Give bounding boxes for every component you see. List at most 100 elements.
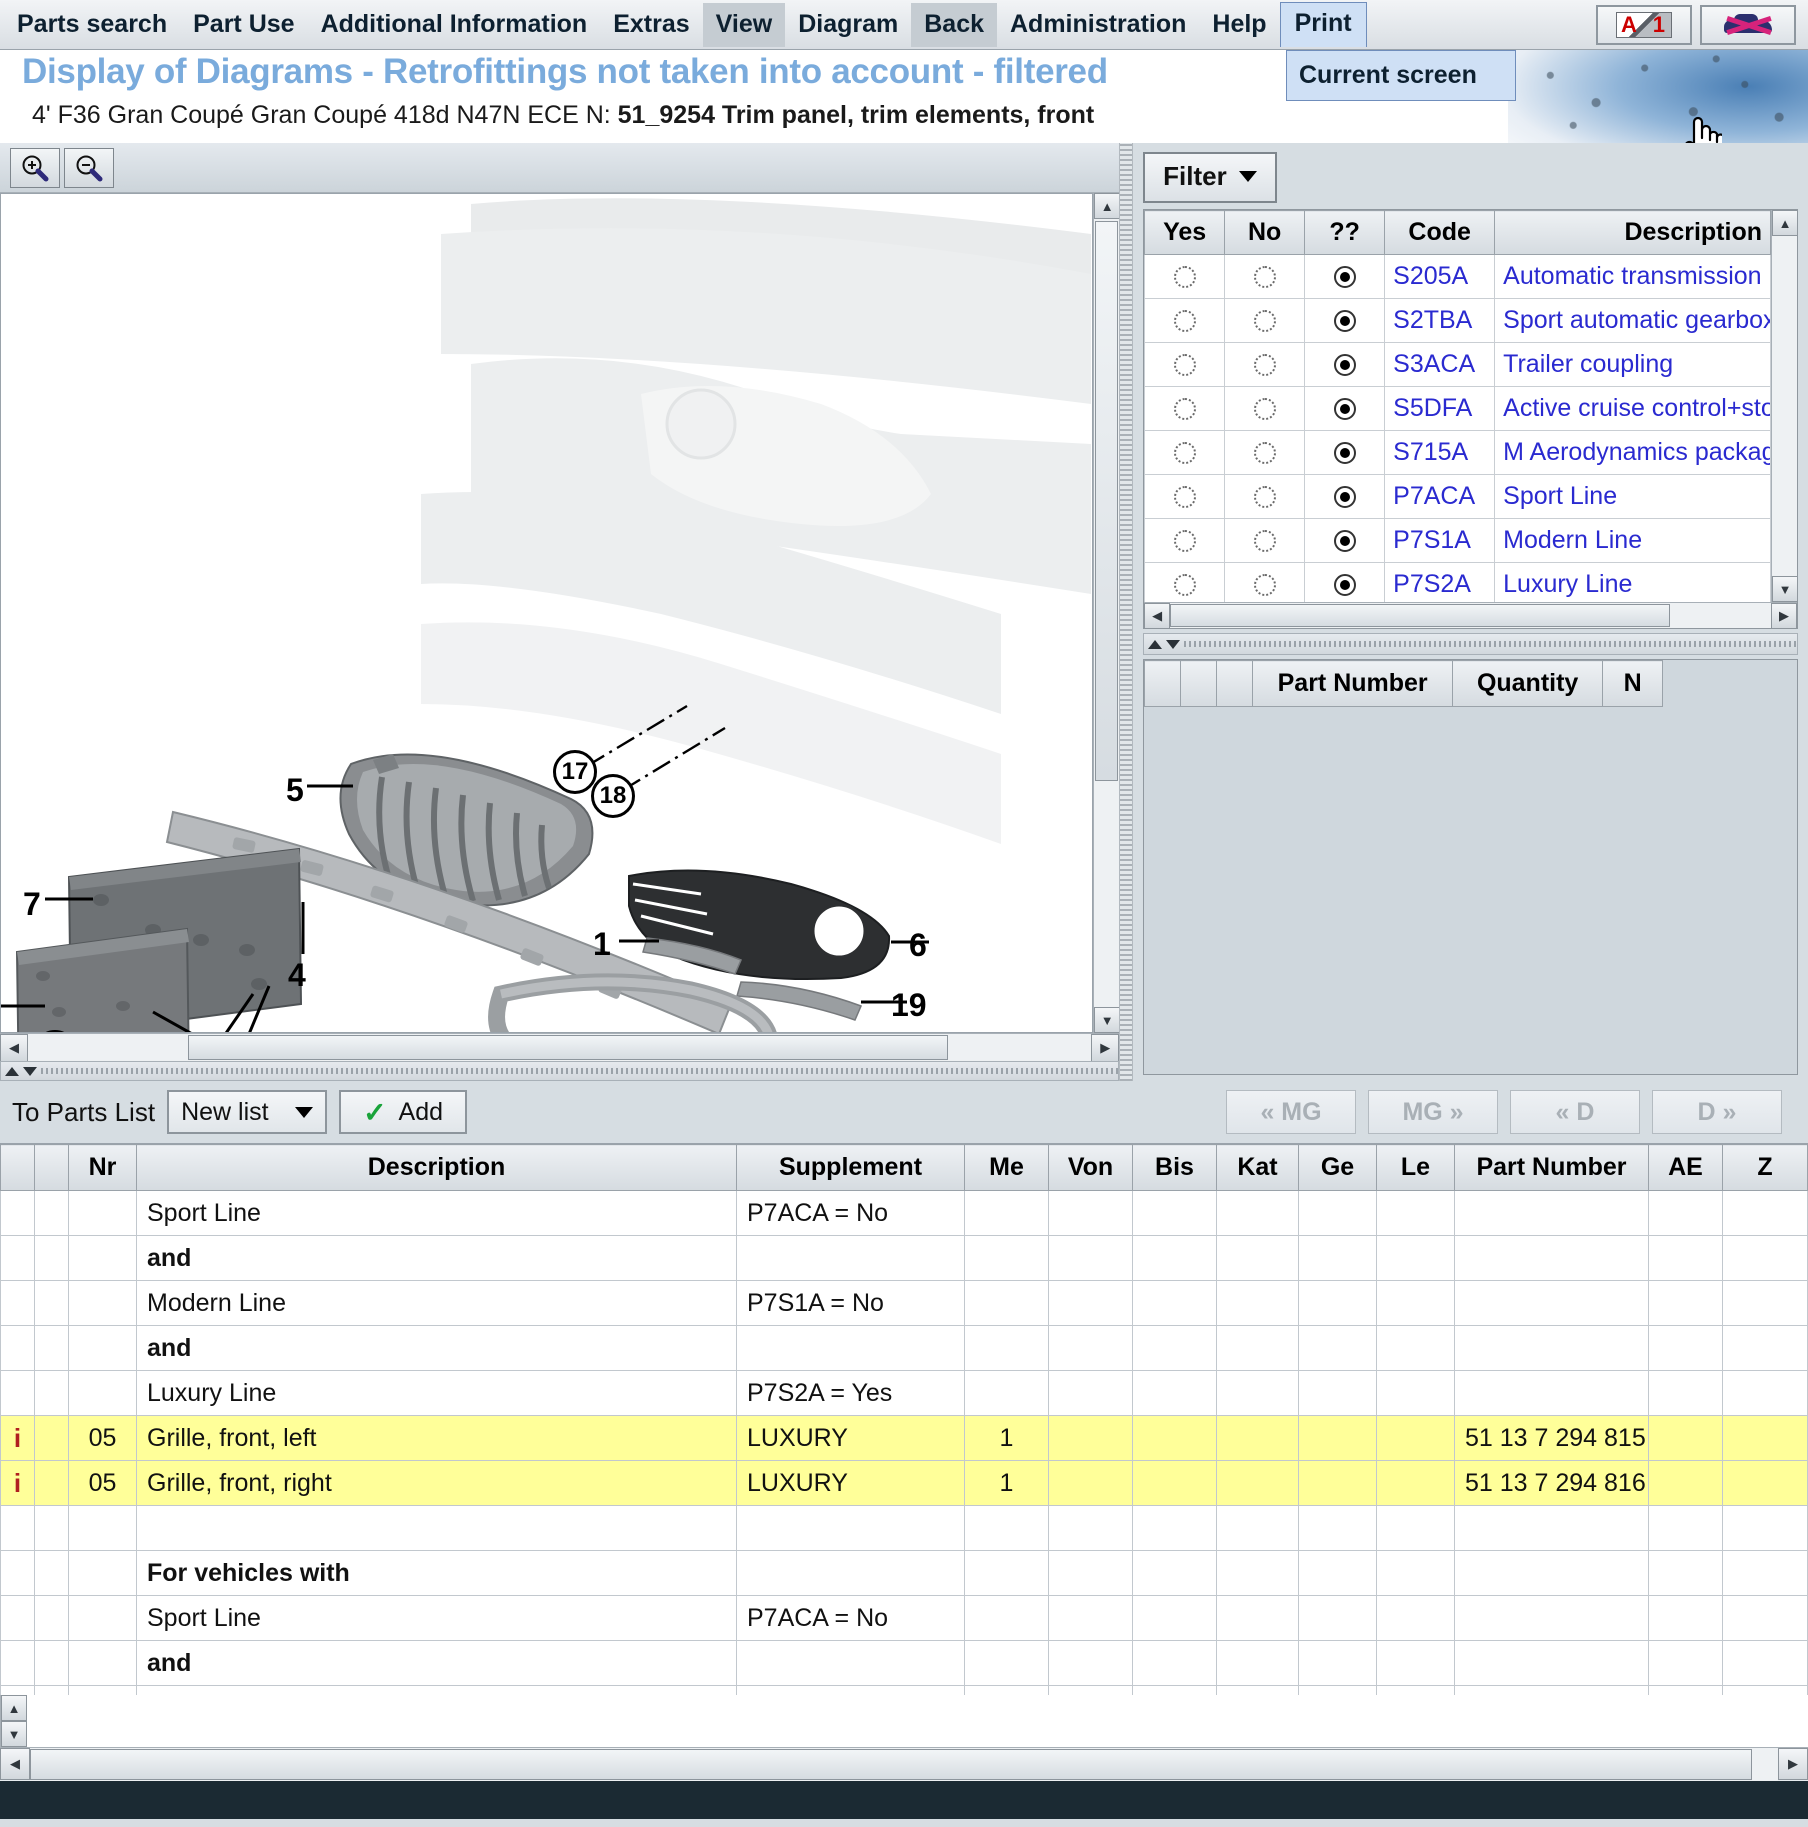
parts-col-part-number[interactable]: Part Number — [1455, 1145, 1649, 1191]
parts-hscroll-thumb[interactable] — [30, 1749, 1752, 1780]
option-code-no-radio[interactable] — [1254, 398, 1276, 420]
table-row[interactable]: For vehicles with — [1, 1551, 1808, 1596]
info-icon[interactable]: i — [14, 1423, 21, 1453]
option-code-yes[interactable] — [1145, 519, 1225, 563]
option-code-yes-radio[interactable] — [1174, 574, 1196, 596]
option-code-no-radio[interactable] — [1254, 354, 1276, 376]
codes-vertical-scrollbar[interactable]: ▲ ▼ — [1771, 210, 1797, 602]
diagram-panel-splitter[interactable] — [0, 1061, 1119, 1081]
parts-vertical-scrollbar[interactable]: ▲ ▼ — [0, 1695, 26, 1747]
option-code-yes[interactable] — [1145, 255, 1225, 299]
print-dropdown-menu[interactable]: Current screen — [1286, 50, 1516, 101]
option-code-unknown-radio[interactable] — [1334, 530, 1356, 552]
option-code-no-radio[interactable] — [1254, 574, 1276, 596]
part-row-mark[interactable] — [35, 1461, 69, 1506]
parts-col-description[interactable]: Description — [137, 1145, 737, 1191]
option-code-no[interactable] — [1225, 299, 1305, 343]
option-code-no-radio[interactable] — [1254, 530, 1276, 552]
option-code-no-radio[interactable] — [1254, 266, 1276, 288]
pn-col-n[interactable]: N — [1603, 661, 1663, 707]
parts-horizontal-scrollbar[interactable]: ◀ ▶ — [0, 1747, 1808, 1781]
option-code-yes-radio[interactable] — [1174, 354, 1196, 376]
codes-scroll-down-button[interactable]: ▼ — [1772, 576, 1797, 602]
option-code-yes[interactable] — [1145, 387, 1225, 431]
prev-main-group-button[interactable]: « MG — [1226, 1090, 1356, 1134]
pn-col-quantity[interactable]: Quantity — [1453, 661, 1603, 707]
part-row-mark[interactable] — [35, 1641, 69, 1686]
part-row-mark[interactable] — [35, 1371, 69, 1416]
option-code-yes[interactable] — [1145, 431, 1225, 475]
zoom-in-button[interactable] — [10, 148, 60, 188]
parts-col-ge[interactable]: Ge — [1299, 1145, 1377, 1191]
option-code-yes-radio[interactable] — [1174, 486, 1196, 508]
option-code-unknown-radio[interactable] — [1334, 486, 1356, 508]
diagram-hscroll-track[interactable] — [28, 1034, 1091, 1061]
table-row[interactable]: i05Grille, front, leftLUXURY151 13 7 294… — [1, 1416, 1808, 1461]
option-code-yes[interactable] — [1145, 343, 1225, 387]
parts-col-info[interactable] — [1, 1145, 35, 1191]
option-code-yes-radio[interactable] — [1174, 530, 1196, 552]
option-code-row[interactable]: S2TBASport automatic gearbox — [1145, 299, 1771, 343]
parts-scroll-up-button[interactable]: ▲ — [1, 1695, 27, 1721]
col-header-unknown[interactable]: ?? — [1305, 211, 1385, 255]
right-splitter-grip[interactable] — [1184, 641, 1797, 647]
parts-col-supplement[interactable]: Supplement — [737, 1145, 965, 1191]
print-menu-item-current-screen[interactable]: Current screen — [1299, 61, 1503, 90]
splitter-grip[interactable] — [41, 1068, 1118, 1074]
parts-col-z[interactable]: Z — [1723, 1145, 1808, 1191]
col-header-yes[interactable]: Yes — [1145, 211, 1225, 255]
part-row-mark[interactable] — [35, 1686, 69, 1696]
menu-item-help[interactable]: Help — [1199, 3, 1279, 47]
table-row[interactable]: and — [1, 1236, 1808, 1281]
diagram-horizontal-scrollbar[interactable]: ◀ ▶ — [0, 1033, 1119, 1061]
option-code-unknown[interactable] — [1305, 431, 1385, 475]
info-icon[interactable]: i — [14, 1468, 21, 1498]
codes-horizontal-scrollbar[interactable]: ◀ ▶ — [1144, 602, 1797, 628]
table-row[interactable]: Luxury LineP7S2A = Yes — [1, 1371, 1808, 1416]
option-code-row[interactable]: P7ACASport Line — [1145, 475, 1771, 519]
add-to-parts-list-button[interactable]: ✓ Add — [339, 1090, 467, 1134]
next-main-group-button[interactable]: MG » — [1368, 1090, 1498, 1134]
option-code-unknown[interactable] — [1305, 475, 1385, 519]
diagram-vscroll-thumb[interactable] — [1095, 221, 1118, 781]
part-row-mark[interactable] — [35, 1236, 69, 1281]
codes-hscroll-thumb[interactable] — [1170, 604, 1670, 627]
part-row-mark[interactable] — [35, 1551, 69, 1596]
table-row[interactable] — [1, 1506, 1808, 1551]
option-code-yes[interactable] — [1145, 475, 1225, 519]
table-row[interactable]: Sport LineP7ACA = No — [1, 1191, 1808, 1236]
option-code-unknown-radio[interactable] — [1334, 354, 1356, 376]
menu-item-back[interactable]: Back — [911, 3, 997, 47]
table-row[interactable]: Modern LineP7S1A = No — [1, 1281, 1808, 1326]
menu-item-part-use[interactable]: Part Use — [180, 3, 307, 47]
codes-hscroll-track[interactable] — [1170, 603, 1771, 628]
parts-scroll-left-button[interactable]: ◀ — [0, 1748, 30, 1780]
right-splitter-up-icon[interactable] — [1148, 640, 1162, 649]
part-row-mark[interactable] — [35, 1326, 69, 1371]
option-code-unknown-radio[interactable] — [1334, 310, 1356, 332]
part-row-mark[interactable] — [35, 1596, 69, 1641]
option-code-no-radio[interactable] — [1254, 310, 1276, 332]
option-code-unknown-radio[interactable] — [1334, 442, 1356, 464]
parts-list-select[interactable]: New list — [167, 1090, 327, 1134]
language-toggle-button[interactable]: A 1 — [1596, 5, 1692, 45]
option-code-unknown[interactable] — [1305, 255, 1385, 299]
option-code-row[interactable]: S205AAutomatic transmission — [1145, 255, 1771, 299]
part-row-mark[interactable] — [35, 1416, 69, 1461]
splitter-collapse-down-icon[interactable] — [23, 1067, 37, 1076]
option-code-no[interactable] — [1225, 563, 1305, 603]
option-code-yes-radio[interactable] — [1174, 310, 1196, 332]
option-code-no[interactable] — [1225, 519, 1305, 563]
table-row[interactable]: i05Grille, front, rightLUXURY151 13 7 29… — [1, 1461, 1808, 1506]
vehicle-reset-button[interactable] — [1700, 5, 1796, 45]
codes-vscroll-track[interactable] — [1772, 236, 1797, 576]
part-row-mark[interactable] — [35, 1506, 69, 1551]
diagram-vscroll-track[interactable] — [1094, 219, 1119, 1007]
option-code-unknown[interactable] — [1305, 343, 1385, 387]
option-code-no-radio[interactable] — [1254, 486, 1276, 508]
option-code-no[interactable] — [1225, 255, 1305, 299]
right-splitter-down-icon[interactable] — [1166, 640, 1180, 649]
codes-scroll-right-button[interactable]: ▶ — [1771, 603, 1797, 629]
zoom-out-button[interactable] — [64, 148, 114, 188]
option-code-row[interactable]: P7S1AModern Line — [1145, 519, 1771, 563]
